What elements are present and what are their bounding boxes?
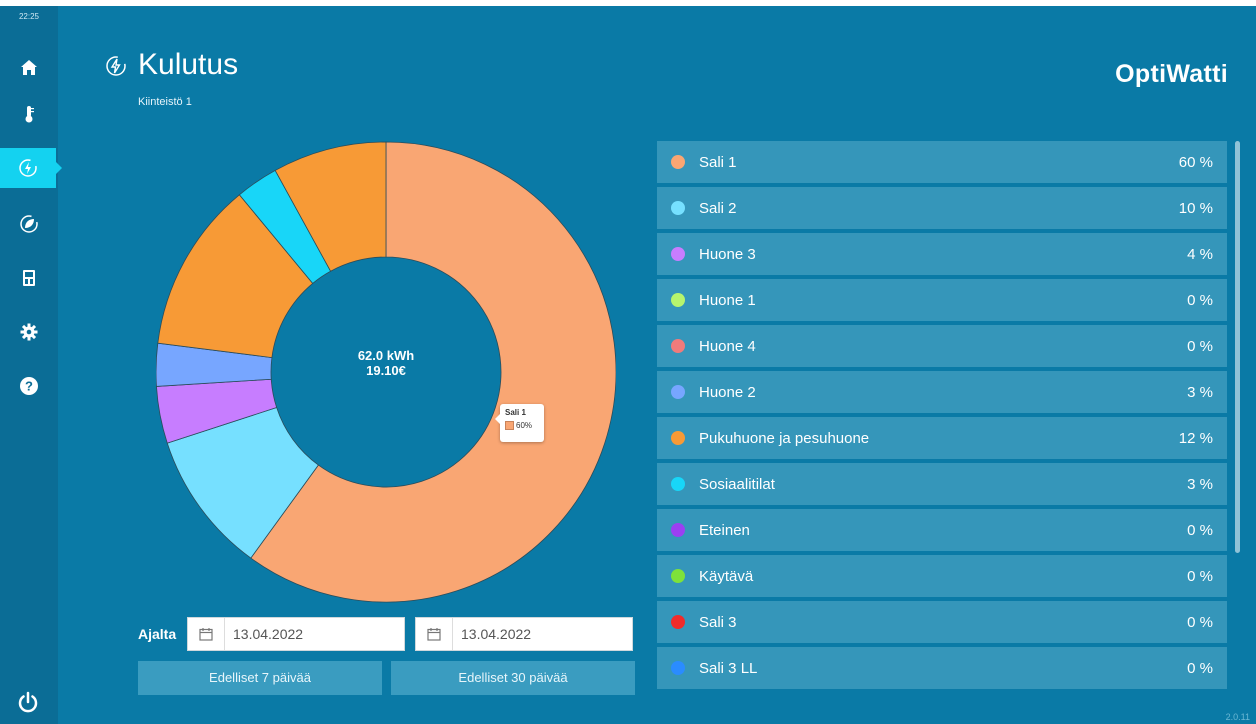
page-title: Kulutus (138, 48, 239, 81)
legend-scrollbar[interactable] (1235, 141, 1240, 553)
legend-room-name: Sosiaalitilat (699, 475, 775, 493)
legend-item[interactable]: Sosiaalitilat 3 % (657, 463, 1227, 505)
total-cost: 19.10€ (366, 363, 406, 378)
legend-item[interactable]: Huone 1 0 % (657, 279, 1227, 321)
legend-item[interactable]: Pukuhuone ja pesuhuone 12 % (657, 417, 1227, 459)
legend-room-percent: 0 % (1187, 613, 1213, 631)
legend-color-dot (671, 293, 685, 307)
legend-room-percent: 0 % (1187, 521, 1213, 539)
legend-color-dot (671, 523, 685, 537)
property-name: Kiinteistö 1 (138, 96, 192, 108)
tooltip-value: 60% (516, 421, 533, 430)
legend-room-name: Sali 3 LL (699, 659, 758, 677)
svg-text:?: ? (25, 379, 33, 394)
tooltip-label: Sali 1 (505, 408, 526, 417)
legend-item[interactable]: Huone 2 3 % (657, 371, 1227, 413)
legend-room-percent: 0 % (1187, 567, 1213, 585)
last-30-days-button[interactable]: Edelliset 30 päivää (391, 661, 635, 695)
legend-room-percent: 10 % (1178, 199, 1213, 217)
legend-item[interactable]: Huone 3 4 % (657, 233, 1227, 275)
legend-item[interactable]: Sali 1 60 % (657, 141, 1227, 183)
legend-room-percent: 0 % (1187, 337, 1213, 355)
legend-room-name: Pukuhuone ja pesuhuone (699, 429, 870, 447)
chart-tooltip: Sali 1 60% (495, 404, 544, 442)
last-7-days-button[interactable]: Edelliset 7 päivää (138, 661, 382, 695)
legend-room-percent: 0 % (1187, 659, 1213, 677)
legend-room-name: Eteinen (699, 521, 750, 539)
date-to-value: 13.04.2022 (452, 618, 632, 650)
legend-item[interactable]: Sali 3 LL 0 % (657, 647, 1227, 689)
date-from-value: 13.04.2022 (224, 618, 404, 650)
legend-color-dot (671, 661, 685, 675)
legend-item[interactable]: Eteinen 0 % (657, 509, 1227, 551)
legend-color-dot (671, 385, 685, 399)
meter-icon (18, 267, 40, 289)
nav-consumption[interactable] (0, 148, 62, 188)
legend-item[interactable]: Huone 4 0 % (657, 325, 1227, 367)
legend-room-percent: 60 % (1178, 153, 1213, 171)
nav-temperature[interactable] (0, 94, 58, 134)
legend-room-name: Huone 3 (699, 245, 756, 263)
nav-home[interactable] (0, 48, 58, 88)
clock: 22:25 (18, 12, 40, 21)
logo: OptiWatti (1115, 60, 1228, 88)
legend-room-name: Käytävä (699, 567, 754, 585)
legend-room-name: Huone 1 (699, 291, 756, 309)
legend-room-name: Huone 2 (699, 383, 756, 401)
legend-room-percent: 0 % (1187, 291, 1213, 309)
power-button[interactable] (16, 690, 40, 714)
legend-item[interactable]: Käytävä 0 % (657, 555, 1227, 597)
sidebar: 22:25 ? (0, 6, 62, 724)
total-energy: 62.0 kWh (357, 348, 415, 363)
legend-color-dot (671, 155, 685, 169)
legend-room-name: Huone 4 (699, 337, 756, 355)
legend-room-percent: 3 % (1187, 475, 1213, 493)
legend-room-name: Sali 2 (699, 199, 737, 217)
calendar-icon (416, 618, 452, 650)
energy-icon (104, 54, 128, 78)
nav-settings[interactable] (0, 312, 58, 352)
nav-help[interactable]: ? (0, 366, 58, 406)
legend-color-dot (671, 431, 685, 445)
legend-color-dot (671, 247, 685, 261)
help-icon: ? (18, 375, 40, 397)
legend-color-dot (671, 569, 685, 583)
room-legend-list: Sali 1 60 % Sali 2 10 % Huone 3 4 % Huone 1 0 %… (657, 141, 1227, 696)
date-range-label: Ajalta (138, 626, 177, 642)
date-to-field[interactable]: 13.04.2022 (415, 617, 633, 651)
app-version: 2.0.11 (1225, 712, 1250, 722)
legend-item[interactable]: Sali 3 0 % (657, 601, 1227, 643)
legend-room-percent: 12 % (1178, 429, 1213, 447)
nav-meter[interactable] (0, 258, 58, 298)
nav-eco[interactable] (0, 204, 58, 244)
legend-room-percent: 4 % (1187, 245, 1213, 263)
tooltip-swatch (505, 421, 514, 430)
legend-room-name: Sali 1 (699, 153, 737, 171)
legend-room-name: Sali 3 (699, 613, 737, 631)
legend-color-dot (671, 201, 685, 215)
legend-item[interactable]: Sali 2 10 % (657, 187, 1227, 229)
legend-color-dot (671, 477, 685, 491)
chart-center-summary: 62.0 kWh 19.10€ (320, 348, 452, 378)
legend-color-dot (671, 339, 685, 353)
energy-icon (17, 157, 39, 179)
date-from-field[interactable]: 13.04.2022 (187, 617, 405, 651)
eco-icon (18, 213, 40, 235)
thermometer-icon (18, 103, 40, 125)
calendar-icon (188, 618, 224, 650)
home-icon (18, 57, 40, 79)
legend-room-percent: 3 % (1187, 383, 1213, 401)
power-icon (18, 691, 38, 713)
gear-icon (18, 321, 40, 343)
legend-color-dot (671, 615, 685, 629)
